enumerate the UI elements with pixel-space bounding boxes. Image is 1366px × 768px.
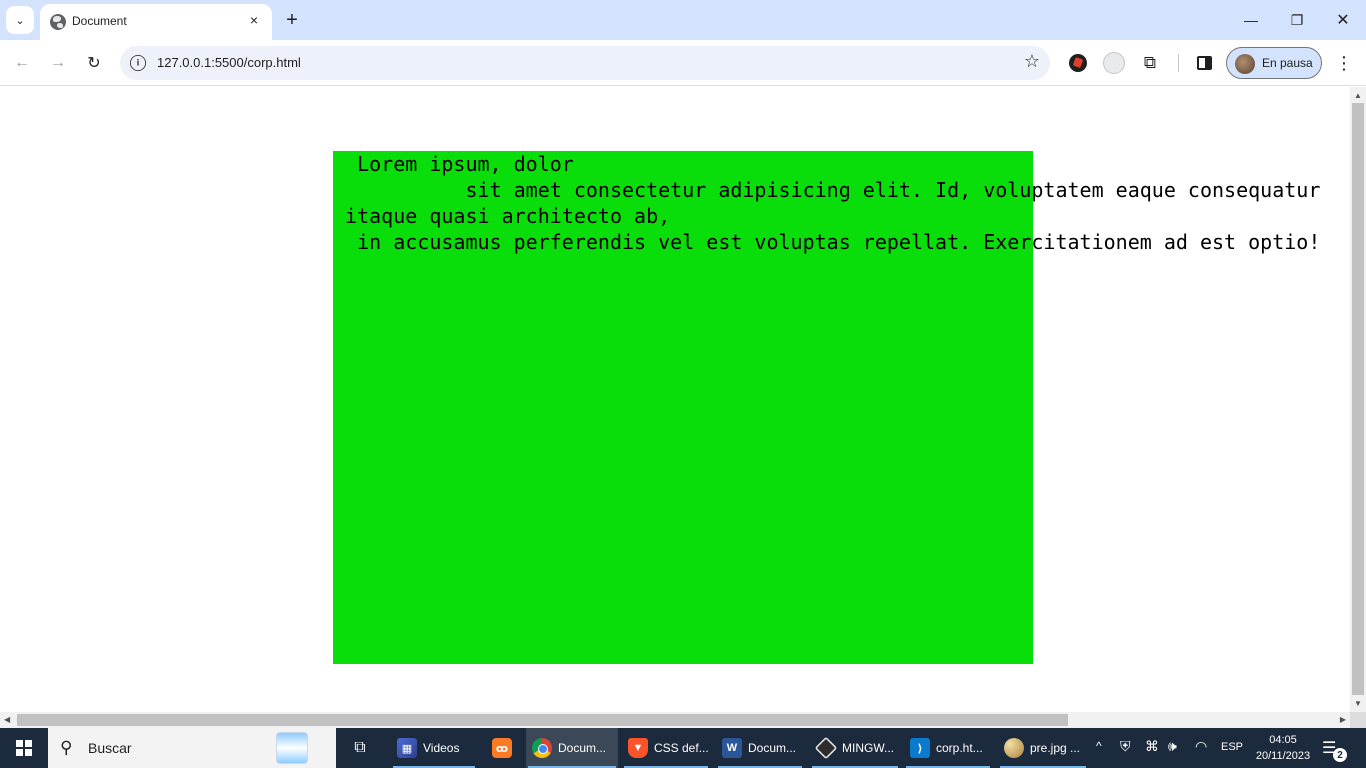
back-button[interactable]: ←: [8, 49, 36, 77]
clock[interactable]: 04:05 20/11/2023: [1252, 732, 1314, 764]
wifi-icon[interactable]: ◠: [1195, 738, 1207, 755]
tray-overflow-icon[interactable]: ^: [1096, 739, 1102, 753]
lorem-text: Lorem ipsum, dolor sit amet consectetur …: [333, 151, 1350, 255]
taskbar-item-chrome[interactable]: Docum...: [526, 728, 618, 768]
taskbar-item-label: MINGW...: [842, 741, 894, 755]
start-button[interactable]: [0, 728, 48, 768]
taskbar-item-word[interactable]: W Docum...: [716, 728, 804, 768]
vertical-scrollbar[interactable]: ▲ ▼: [1350, 87, 1366, 712]
globe-icon: [50, 14, 66, 30]
lorem-line: itaque quasi architecto ab,: [333, 204, 671, 228]
security-icon[interactable]: ⛨: [1120, 738, 1131, 755]
word-icon: W: [722, 738, 742, 758]
brave-icon: ▼: [628, 738, 648, 758]
scroll-down-icon[interactable]: ▼: [1354, 699, 1362, 708]
volume-icon[interactable]: 🕪: [1168, 738, 1177, 755]
extension-icon[interactable]: [1102, 51, 1126, 75]
windows-logo-icon: [16, 740, 32, 756]
xampp-icon: ꝏ: [492, 738, 512, 758]
forward-button[interactable]: →: [44, 49, 72, 77]
side-panel-icon[interactable]: [1192, 51, 1216, 75]
page-viewport: Lorem ipsum, dolor sit amet consectetur …: [0, 87, 1350, 712]
profile-button[interactable]: En pausa: [1226, 47, 1322, 79]
lorem-line: Lorem ipsum, dolor: [333, 152, 574, 176]
restore-button[interactable]: ❐: [1274, 0, 1320, 40]
tab-search-button[interactable]: ⌄: [6, 6, 34, 34]
tab-document[interactable]: Document ×: [40, 4, 272, 40]
taskbar-item-brave[interactable]: ▼ CSS def...: [622, 728, 710, 768]
search-placeholder: Buscar: [88, 740, 132, 756]
browser-toolbar: ← → ↻ i 127.0.0.1:5500/corp.html ☆ ⧉ En …: [0, 40, 1366, 86]
tab-strip: ⌄ Document × + — ❐ ✕: [0, 0, 1366, 40]
vertical-scroll-thumb[interactable]: [1352, 103, 1364, 695]
chrome-icon: [532, 738, 552, 758]
taskbar-search[interactable]: ⚲ Buscar: [48, 728, 336, 768]
taskbar-item-vscode[interactable]: ⟩ corp.ht...: [904, 728, 992, 768]
brave-extension-icon[interactable]: [1066, 51, 1090, 75]
taskbar-item-label: Docum...: [558, 741, 607, 755]
chevron-down-icon: ⌄: [15, 14, 25, 27]
extensions-puzzle-icon[interactable]: ⧉: [1138, 51, 1162, 75]
scroll-up-icon[interactable]: ▲: [1354, 91, 1362, 100]
more-menu-icon[interactable]: ⋮: [1334, 49, 1354, 77]
task-view-icon[interactable]: ⧉: [344, 728, 376, 768]
taskbar-item-videos[interactable]: ▦ Videos: [391, 728, 477, 768]
url-text[interactable]: 127.0.0.1:5500/corp.html: [157, 55, 301, 70]
vscode-icon: ⟩: [910, 738, 930, 758]
taskbar-item-paint[interactable]: pre.jpg ...: [998, 728, 1088, 768]
network-ethernet-icon[interactable]: ⌘: [1145, 738, 1159, 755]
lorem-line: sit amet consectetur adipisicing elit. I…: [333, 178, 1321, 202]
paint-icon: [1004, 738, 1024, 758]
new-tab-button[interactable]: +: [280, 8, 304, 32]
taskbar-item-label: Docum...: [748, 741, 797, 755]
clock-time: 04:05: [1269, 734, 1297, 746]
notification-badge: 2: [1333, 748, 1347, 762]
reload-button[interactable]: ↻: [80, 49, 108, 77]
folder-videos-icon: ▦: [397, 738, 417, 758]
taskbar: ⚲ Buscar ⧉ ▦ Videos ꝏ Docum... ▼ CSS def…: [0, 728, 1366, 768]
close-window-button[interactable]: ✕: [1320, 0, 1366, 40]
scroll-corner: [1350, 712, 1366, 728]
toolbar-divider: [1178, 54, 1179, 72]
bookmark-star-icon[interactable]: ☆: [1024, 51, 1040, 72]
taskbar-item-label: corp.ht...: [936, 741, 983, 755]
taskbar-item-xampp[interactable]: ꝏ: [484, 728, 520, 768]
taskbar-item-label: pre.jpg ...: [1030, 741, 1081, 755]
taskbar-item-mingw[interactable]: MINGW...: [810, 728, 900, 768]
clock-date: 20/11/2023: [1255, 750, 1311, 762]
profile-label: En pausa: [1262, 56, 1313, 70]
taskbar-item-label: CSS def...: [654, 741, 709, 755]
search-icon: ⚲: [60, 738, 73, 757]
language-indicator[interactable]: ESP: [1221, 741, 1243, 753]
address-bar[interactable]: i 127.0.0.1:5500/corp.html ☆: [120, 46, 1050, 80]
close-tab-button[interactable]: ×: [244, 10, 264, 30]
taskbar-item-label: Videos: [423, 741, 460, 755]
minimize-button[interactable]: —: [1228, 0, 1274, 40]
tab-title: Document: [72, 14, 127, 28]
search-highlight-icon: [276, 732, 308, 764]
site-info-icon[interactable]: i: [130, 55, 146, 71]
scroll-right-icon[interactable]: ▶: [1340, 715, 1346, 724]
avatar: [1235, 54, 1255, 74]
horizontal-scrollbar[interactable]: ◀ ▶: [0, 712, 1350, 728]
horizontal-scroll-thumb[interactable]: [17, 714, 1068, 726]
scroll-left-icon[interactable]: ◀: [4, 715, 10, 724]
git-bash-icon: [814, 736, 838, 760]
lorem-line: in accusamus perferendis vel est volupta…: [333, 230, 1321, 254]
